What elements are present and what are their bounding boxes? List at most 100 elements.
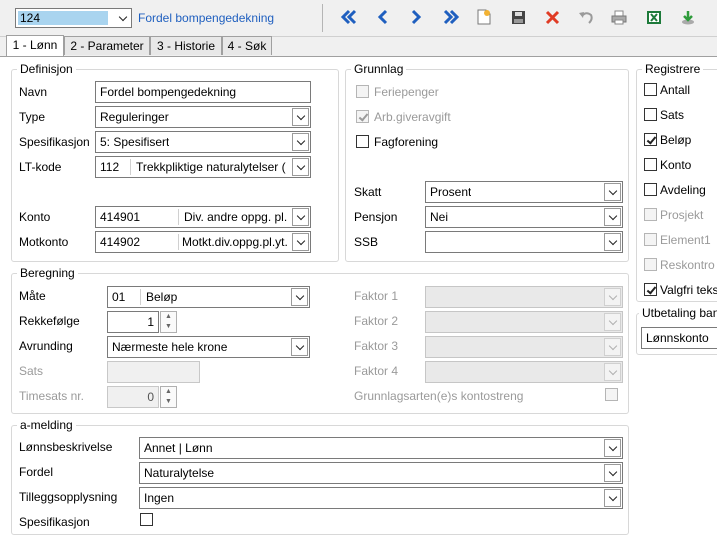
spinner-arrows-icon[interactable]: ▲ ▼ <box>160 386 177 408</box>
registrere-prosjekt-checkbox[interactable] <box>644 208 657 221</box>
chevron-down-icon[interactable] <box>114 9 131 27</box>
amelding-spesifikasjon-checkbox[interactable] <box>140 513 153 526</box>
tab-parameter[interactable]: 2 - Parameter <box>64 36 150 55</box>
konto-label: Konto <box>19 210 51 224</box>
motkonto-select[interactable]: 414902 Motkt.div.oppg.pl.yt. <box>95 231 311 253</box>
lonnsbeskrivelse-select[interactable]: Annet | Lønn <box>139 437 623 459</box>
tab-sok[interactable]: 4 - Søk <box>222 36 272 55</box>
registrere-reskontro-label: Reskontro <box>660 258 715 272</box>
registrere-avdeling-checkbox[interactable] <box>644 183 657 196</box>
new-record-button[interactable] <box>473 6 495 28</box>
konto-code: 414901 <box>100 210 141 224</box>
ltkode-select[interactable]: 112 Trekkpliktige naturalytelser ( <box>95 156 311 178</box>
chevron-down-icon[interactable] <box>604 288 621 306</box>
type-select[interactable]: Reguleringer <box>95 106 311 128</box>
chevron-down-icon[interactable] <box>291 338 308 356</box>
ssb-select[interactable] <box>425 231 623 253</box>
registrere-belop-label: Beløp <box>660 133 692 147</box>
record-number[interactable]: 124 <box>18 11 108 25</box>
chevron-down-icon[interactable] <box>292 233 309 251</box>
print-icon <box>611 10 627 24</box>
navn-input[interactable]: Fordel bompengedekning <box>95 81 311 103</box>
chevron-down-icon[interactable] <box>604 183 621 201</box>
tilleggsopplysning-value: Ingen <box>144 491 175 505</box>
registrere-element1-checkbox[interactable] <box>644 233 657 246</box>
timesats-spinner[interactable]: 0 ▲ ▼ <box>107 386 177 408</box>
registrere-title: Registrere <box>642 62 704 76</box>
fordel-label: Fordel <box>19 465 54 479</box>
registrere-valgfri-tekst-checkbox[interactable] <box>644 283 657 296</box>
konto-select[interactable]: 414901 Div. andre oppg. pl. <box>95 206 311 228</box>
mate-select[interactable]: 01 Beløp <box>107 286 310 308</box>
chevron-down-icon[interactable] <box>292 208 309 226</box>
motkonto-label: Motkonto <box>19 235 69 249</box>
registrere-antall-checkbox[interactable] <box>644 83 657 96</box>
faktor1-select[interactable] <box>425 286 623 308</box>
faktor4-select[interactable] <box>425 361 623 383</box>
print-button[interactable] <box>608 6 630 28</box>
download-button[interactable] <box>677 6 699 28</box>
registrere-valgfri-tekst-label: Valgfri tekst <box>660 283 717 297</box>
utbetaling-select[interactable]: Lønnskonto <box>641 327 717 349</box>
faktor3-select[interactable] <box>425 336 623 358</box>
avrunding-select[interactable]: Nærmeste hele krone <box>107 336 310 358</box>
rekkefolge-spinner[interactable]: 1 ▲ ▼ <box>107 311 177 333</box>
type-value: Reguleringer <box>100 110 169 124</box>
grunnlagsart-checkbox[interactable] <box>605 388 618 401</box>
last-record-button[interactable] <box>440 6 462 28</box>
tab-lonn[interactable]: 1 - Lønn <box>6 35 64 56</box>
faktor1-label: Faktor 1 <box>354 289 399 303</box>
chevron-down-icon[interactable] <box>292 158 309 176</box>
chevron-down-icon[interactable] <box>604 489 621 507</box>
next-record-button[interactable] <box>405 6 427 28</box>
sats-input[interactable] <box>107 361 200 383</box>
registrere-avdeling-label: Avdeling <box>660 183 706 197</box>
chevron-down-icon[interactable] <box>604 338 621 356</box>
fagforening-checkbox[interactable] <box>356 135 369 148</box>
skatt-label: Skatt <box>354 185 382 199</box>
skatt-select[interactable]: Prosent <box>425 181 623 203</box>
new-document-icon <box>477 9 491 25</box>
spesifikasjon-select[interactable]: 5: Spesifisert <box>95 131 311 153</box>
chevron-down-icon[interactable] <box>292 108 309 126</box>
undo-button[interactable] <box>575 6 597 28</box>
arbgiveravgift-checkbox[interactable] <box>356 110 369 123</box>
tab-historie[interactable]: 3 - Historie <box>150 36 222 55</box>
chevron-down-icon[interactable] <box>604 233 621 251</box>
registrere-konto-checkbox[interactable] <box>644 158 657 171</box>
excel-icon <box>647 10 661 24</box>
feriepenger-checkbox[interactable] <box>356 85 369 98</box>
chevron-down-icon[interactable] <box>604 363 621 381</box>
record-selector[interactable]: 124 <box>15 8 132 28</box>
chevron-down-icon[interactable] <box>604 464 621 482</box>
timesats-value[interactable]: 0 <box>107 386 159 408</box>
registrere-sats-checkbox[interactable] <box>644 108 657 121</box>
save-button[interactable] <box>507 6 529 28</box>
ltkode-text: Trekkpliktige naturalytelser ( <box>136 160 286 174</box>
tilleggsopplysning-select[interactable]: Ingen <box>139 487 623 509</box>
undo-icon <box>579 11 593 24</box>
excel-export-button[interactable] <box>643 6 665 28</box>
previous-record-button[interactable] <box>372 6 394 28</box>
chevron-down-icon[interactable] <box>292 133 309 151</box>
chevron-left-icon <box>377 9 388 25</box>
rekkefolge-value[interactable]: 1 <box>107 311 159 333</box>
pensjon-label: Pensjon <box>354 210 398 224</box>
spinner-arrows-icon[interactable]: ▲ ▼ <box>160 311 177 333</box>
record-title: Fordel bompengedekning <box>138 11 275 25</box>
pensjon-select[interactable]: Nei <box>425 206 623 228</box>
fordel-select[interactable]: Naturalytelse <box>139 462 623 484</box>
faktor2-select[interactable] <box>425 311 623 333</box>
first-record-button[interactable] <box>338 6 360 28</box>
chevron-down-icon[interactable] <box>604 313 621 331</box>
chevron-down-icon[interactable] <box>604 439 621 457</box>
double-chevron-left-icon <box>340 9 357 25</box>
amelding-title: a-melding <box>17 418 76 432</box>
registrere-reskontro-checkbox[interactable] <box>644 258 657 271</box>
chevron-down-icon[interactable] <box>604 208 621 226</box>
registrere-belop-checkbox[interactable] <box>644 133 657 146</box>
delete-button[interactable] <box>541 6 563 28</box>
chevron-down-icon[interactable] <box>291 288 308 306</box>
faktor3-label: Faktor 3 <box>354 339 399 353</box>
faktor4-label: Faktor 4 <box>354 364 399 378</box>
